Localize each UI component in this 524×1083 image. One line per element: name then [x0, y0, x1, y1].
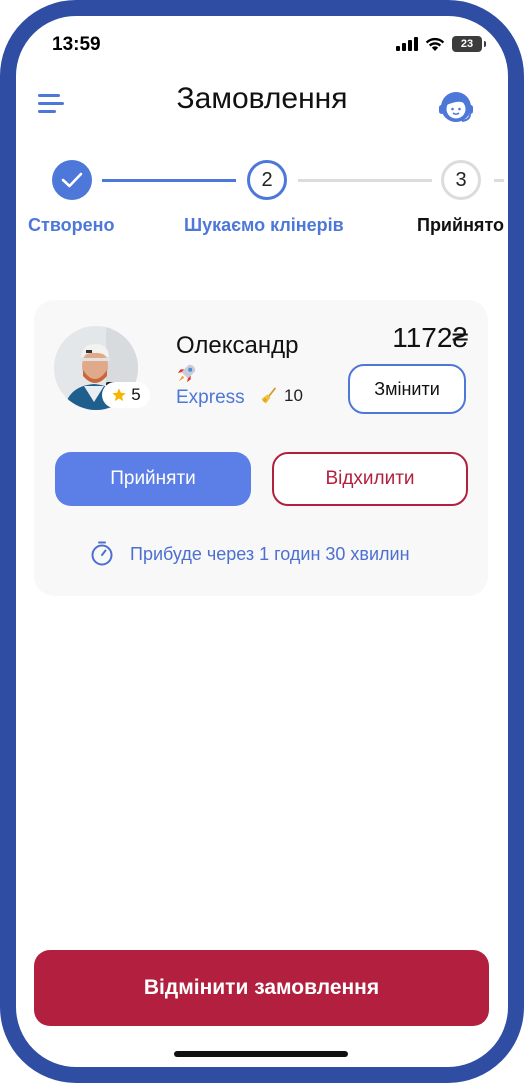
power-button [520, 320, 524, 430]
rating-value: 5 [131, 385, 141, 404]
volume-up-button [0, 268, 4, 338]
page-title: Замовлення [176, 82, 348, 115]
step-3-label: Прийнято [417, 215, 504, 235]
speaker-grille [214, 0, 310, 6]
decline-button[interactable]: Відхилити [272, 452, 468, 506]
cancel-order-button[interactable]: Відмінити замовлення [34, 950, 489, 1026]
check-icon [61, 172, 83, 188]
step-connector-1 [102, 179, 236, 182]
offer-price: 1172₴ [392, 322, 468, 353]
volume-down-button [0, 356, 4, 426]
arrival-eta: Прибуде через 1 годин 30 хвилин [130, 544, 410, 564]
status-time: 13:59 [52, 34, 101, 55]
completed-count: 10 [260, 386, 303, 406]
step-connector-3 [494, 179, 504, 182]
rocket-icon [177, 364, 196, 383]
mute-switch [0, 190, 4, 230]
wifi-icon [425, 37, 445, 51]
change-price-button[interactable]: Змінити [348, 364, 466, 414]
home-indicator[interactable] [174, 1051, 348, 1057]
phone-screen: 13:59 23 Замовлення 2 3 Створено Шукаємо… [20, 18, 504, 1066]
step-3-circle: 3 [441, 160, 481, 200]
cleaner-level: Express [176, 387, 245, 408]
rating-badge: 5 [102, 382, 150, 408]
stopwatch-icon [91, 541, 113, 566]
step-2-label: Шукаємо клінерів [184, 215, 344, 235]
step-2-circle: 2 [247, 160, 287, 200]
support-agent-icon[interactable] [436, 86, 476, 124]
signal-icon [396, 37, 418, 51]
step-1-circle [52, 160, 92, 200]
status-icons: 23 [396, 36, 486, 52]
battery-icon: 23 [452, 36, 486, 52]
cleaner-name: Олександр [176, 332, 299, 359]
completed-count-value: 10 [284, 386, 303, 405]
broom-icon [261, 387, 276, 404]
accept-button[interactable]: Прийняти [55, 452, 251, 506]
step-connector-2 [298, 179, 432, 182]
step-1-label: Створено [28, 215, 115, 235]
star-icon [112, 388, 126, 401]
